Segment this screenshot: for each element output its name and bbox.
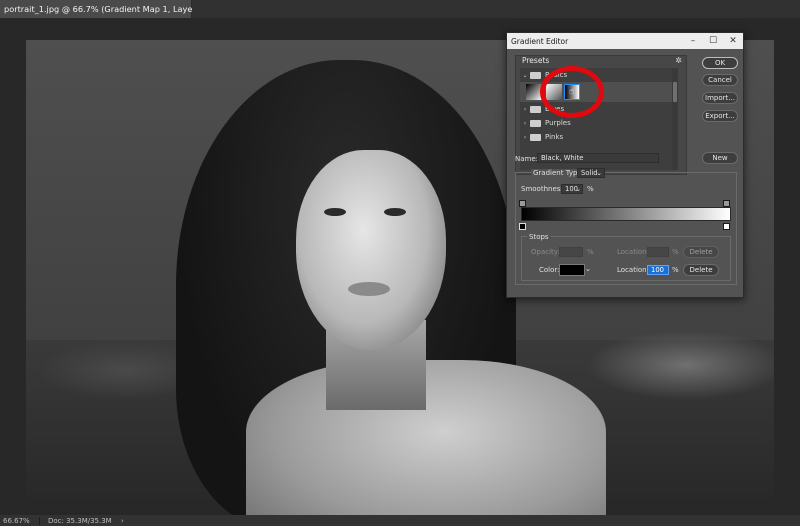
maximize-icon[interactable]: ☐	[703, 36, 723, 46]
preset-folder-purples[interactable]: › Purples	[520, 116, 670, 130]
document-tab[interactable]: portrait_1.jpg @ 66.7% (Gradient Map 1, …	[0, 0, 251, 18]
smoothness-field[interactable]: 100 ⌄	[561, 184, 583, 194]
smoothness-percent: %	[587, 185, 594, 193]
scrollbar-thumb[interactable]	[673, 82, 677, 102]
delete-color-stop-button[interactable]: Delete	[683, 264, 719, 276]
photo-eye	[384, 208, 406, 216]
gradient-preview-bar[interactable]	[521, 207, 731, 221]
gradient-type-value: Solid	[581, 169, 598, 177]
chevron-down-icon[interactable]: ⌄	[520, 72, 530, 79]
opacity-percent: %	[587, 248, 594, 256]
location-label-top: Location:	[617, 248, 649, 256]
preset-folder-label: Purples	[545, 119, 571, 127]
folder-icon	[530, 71, 541, 79]
new-button[interactable]: New	[702, 152, 738, 164]
opacity-stop-left[interactable]	[519, 200, 526, 207]
import-button[interactable]: Import...	[702, 92, 738, 104]
stops-label: Stops	[527, 233, 551, 241]
smoothness-label: Smoothness:	[521, 185, 567, 193]
photo-face	[296, 150, 446, 350]
presets-label: Presets	[522, 56, 550, 65]
preset-folder-label: Pinks	[545, 133, 564, 141]
zoom-level[interactable]: 66.67%	[0, 516, 40, 525]
color-label: Color:	[539, 266, 560, 274]
location-label-bottom: Location:	[617, 266, 649, 274]
cancel-button[interactable]: Cancel	[702, 74, 738, 86]
dialog-titlebar[interactable]: Gradient Editor – ☐ ✕	[507, 33, 743, 49]
preset-list-scrollbar[interactable]	[672, 68, 678, 170]
status-bar: 66.67% Doc: 35.3M/35.3M ›	[0, 515, 800, 526]
location-field-bottom[interactable]: 100	[647, 265, 669, 275]
photo-bokeh	[586, 330, 774, 400]
preset-folder-pinks[interactable]: › Pinks	[520, 130, 670, 144]
location-field-top	[647, 247, 669, 257]
photo-eye	[324, 208, 346, 216]
color-stop-left[interactable]	[519, 223, 526, 230]
chevron-down-icon: ⌄	[575, 185, 581, 193]
annotation-circle	[540, 66, 604, 118]
photo-sweater	[246, 360, 606, 524]
gradient-editor-dialog: Gradient Editor – ☐ ✕ Presets ✲ ⌄ Basics…	[506, 32, 744, 298]
chevron-down-icon: ⌄	[596, 169, 602, 177]
folder-icon	[530, 105, 541, 113]
name-label: Name:	[515, 155, 539, 163]
photo-lips	[348, 282, 390, 296]
status-menu-arrow-icon[interactable]: ›	[118, 517, 124, 525]
chevron-right-icon[interactable]: ›	[520, 120, 530, 127]
name-field[interactable]: Black, White	[537, 153, 659, 163]
gradient-type-select[interactable]: Solid ⌄	[577, 168, 605, 178]
color-stop-right[interactable]	[723, 223, 730, 230]
minimize-icon[interactable]: –	[683, 36, 703, 46]
location-percent-bottom: %	[672, 266, 679, 274]
ok-button[interactable]: OK	[702, 57, 738, 69]
export-button[interactable]: Export...	[702, 110, 738, 122]
chevron-right-icon[interactable]: ›	[520, 134, 530, 141]
opacity-field	[559, 247, 583, 257]
tab-bar-empty	[192, 0, 800, 18]
opacity-label: Opacity:	[531, 248, 560, 256]
opacity-stop-right[interactable]	[723, 200, 730, 207]
chevron-down-icon[interactable]: ⌄	[585, 265, 591, 273]
delete-opacity-stop-button: Delete	[683, 246, 719, 258]
folder-icon	[530, 119, 541, 127]
location-percent-top: %	[672, 248, 679, 256]
gear-icon[interactable]: ✲	[675, 56, 682, 65]
color-swatch[interactable]	[559, 264, 585, 276]
dialog-title: Gradient Editor	[511, 36, 569, 46]
close-icon[interactable]: ✕	[723, 36, 743, 46]
doc-info: Doc: 35.3M/35.3M	[48, 516, 112, 525]
chevron-right-icon[interactable]: ›	[520, 106, 530, 113]
folder-icon	[530, 133, 541, 141]
